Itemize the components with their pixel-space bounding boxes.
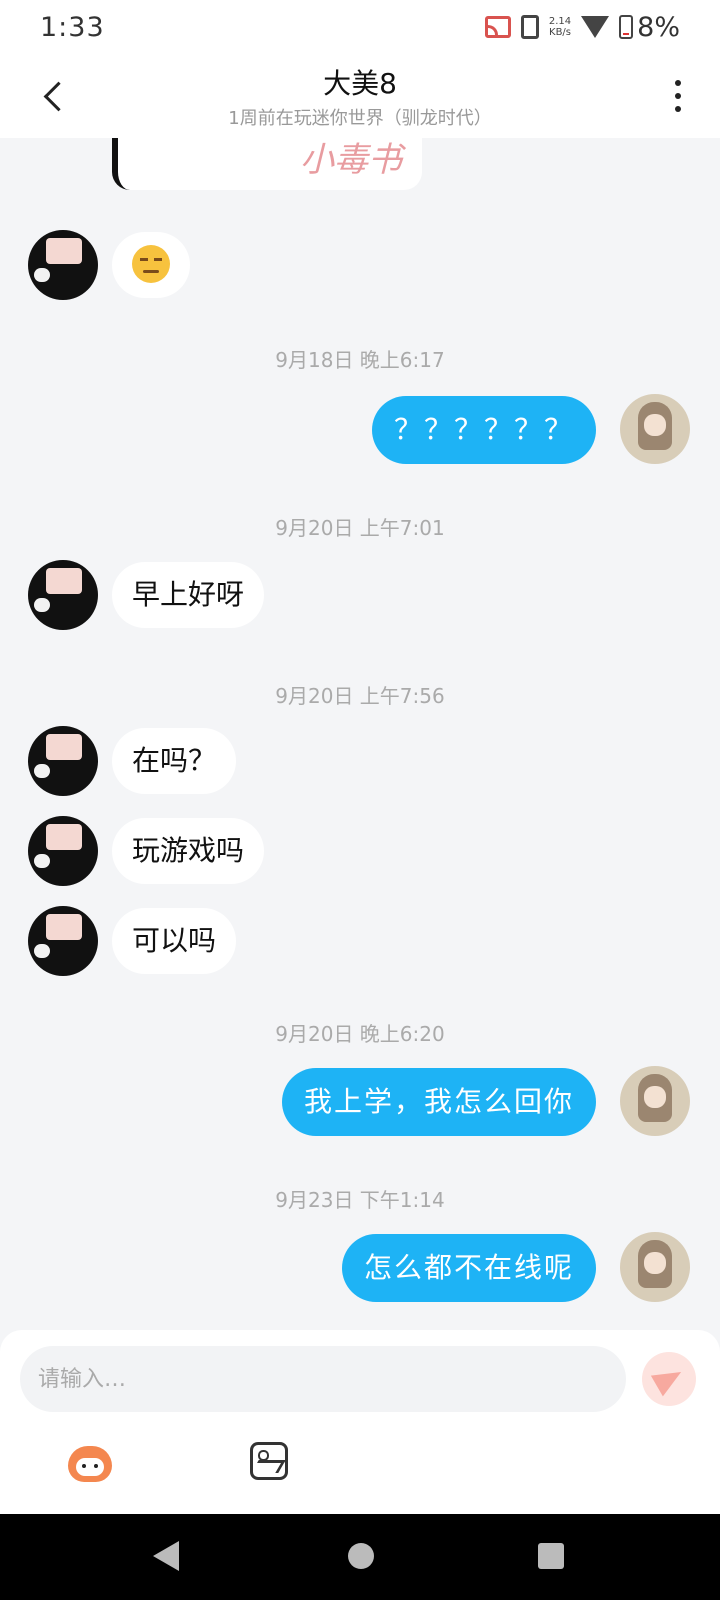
- message-bubble-sent[interactable]: 我上学，我怎么回你: [281, 1068, 596, 1136]
- net-speed-value: 2.14: [548, 16, 572, 27]
- contact-avatar[interactable]: [28, 560, 98, 630]
- vibrate-icon: [520, 15, 539, 39]
- unamused-face-icon: [132, 245, 170, 283]
- contact-avatar[interactable]: [28, 230, 98, 300]
- wifi-icon: [581, 16, 610, 38]
- chat-header: 大美8 1周前在玩迷你世界（驯龙时代）: [0, 56, 720, 138]
- message-row-sent: ？？？？？？: [0, 394, 720, 464]
- status-time: 1:33: [40, 12, 105, 43]
- nav-recents-icon[interactable]: [538, 1543, 564, 1569]
- message-row-received: 早上好呀: [0, 560, 720, 630]
- timestamp: 9月18日 晚上6:17: [275, 348, 445, 372]
- contact-name: 大美8: [323, 67, 397, 100]
- status-bar: 1:33 2.14 KB/s 8%: [0, 0, 720, 56]
- image-message[interactable]: 小毒书: [112, 138, 422, 190]
- battery-icon: [619, 15, 634, 39]
- message-row-sent: 我上学，我怎么回你: [0, 1066, 720, 1136]
- message-bubble-sent[interactable]: 怎么都不在线呢: [341, 1234, 596, 1302]
- status-icons: 2.14 KB/s 8%: [484, 10, 680, 44]
- my-avatar[interactable]: [620, 394, 690, 464]
- net-speed-unit: KB/s: [549, 27, 572, 38]
- timestamp: 9月20日 上午7:01: [275, 516, 445, 540]
- contact-status: 1周前在玩迷你世界（驯龙时代）: [228, 108, 492, 129]
- message-bubble-received[interactable]: 玩游戏吗: [112, 818, 265, 884]
- nav-back-icon[interactable]: [153, 1541, 179, 1571]
- message-row-received: 可以吗: [0, 906, 720, 976]
- message-row-sent: 怎么都不在线呢: [0, 1232, 720, 1302]
- timestamp: 9月20日 晚上6:20: [275, 1022, 445, 1046]
- battery-percent: 8%: [637, 11, 680, 43]
- message-bubble-sent[interactable]: ？？？？？？: [371, 396, 596, 464]
- my-avatar[interactable]: [620, 1066, 690, 1136]
- more-vertical-icon[interactable]: [666, 76, 690, 116]
- net-speed: 2.14 KB/s: [549, 16, 571, 38]
- message-bubble-received[interactable]: [112, 232, 190, 298]
- timestamp: 9月20日 上午7:56: [275, 684, 445, 708]
- message-bubble-received[interactable]: 可以吗: [112, 908, 237, 974]
- contact-avatar[interactable]: [28, 726, 98, 796]
- message-bubble-received[interactable]: 早上好呀: [112, 562, 265, 628]
- timestamp: 9月23日 下午1:14: [275, 1188, 445, 1212]
- contact-avatar[interactable]: [28, 816, 98, 886]
- system-nav-bar: [0, 1514, 720, 1600]
- message-row-received: 在吗？: [0, 726, 720, 796]
- send-icon[interactable]: [642, 1352, 696, 1406]
- message-row-received: 玩游戏吗: [0, 816, 720, 886]
- message-row-received: [0, 230, 720, 300]
- mascot-face: [68, 1446, 112, 1482]
- nav-home-icon[interactable]: [348, 1543, 374, 1569]
- message-input[interactable]: [20, 1346, 626, 1412]
- message-list[interactable]: 小毒书 9月18日 晚上6:17 ？？？？？？ 9月20日 上午7:01 早上好…: [0, 138, 720, 1330]
- cast-icon: [484, 16, 511, 38]
- composer: [0, 1330, 720, 1514]
- mascot-emoji-icon[interactable]: [64, 1440, 116, 1484]
- message-bubble-received[interactable]: 在吗？: [112, 728, 237, 794]
- my-avatar[interactable]: [620, 1232, 690, 1302]
- contact-avatar[interactable]: [28, 906, 98, 976]
- image-scribble-text: 小毒书: [300, 140, 402, 180]
- image-icon[interactable]: [250, 1442, 288, 1480]
